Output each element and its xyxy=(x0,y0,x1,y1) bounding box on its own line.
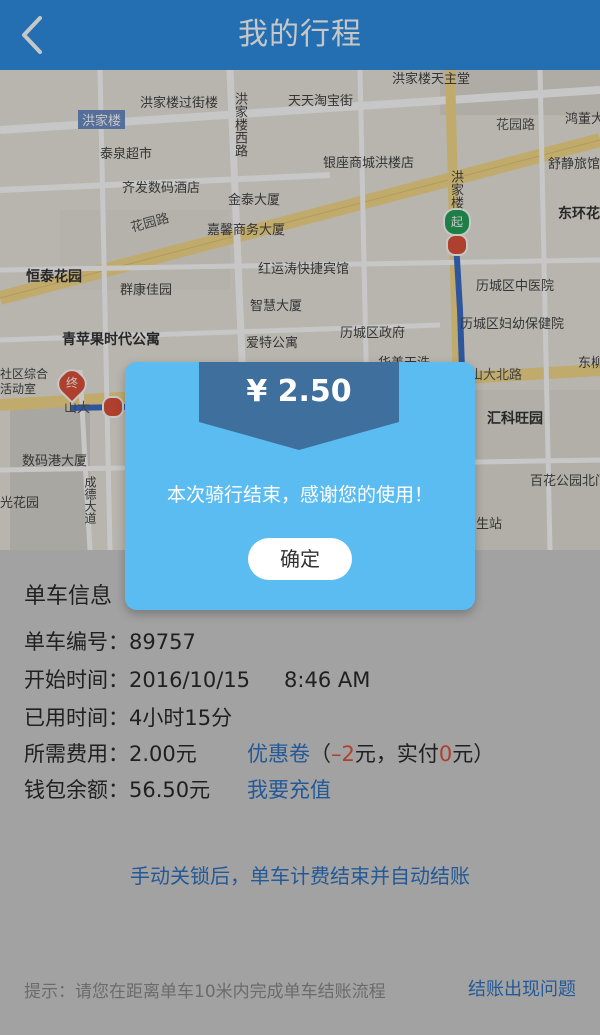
ride-price: ¥ 2.50 xyxy=(246,374,352,409)
confirm-button[interactable]: 确定 xyxy=(248,538,352,580)
ride-end-message: 本次骑行结束，感谢您的使用！ xyxy=(166,484,433,506)
ride-end-dialog: ¥ 2.50 本次骑行结束，感谢您的使用！ 确定 xyxy=(125,362,475,610)
